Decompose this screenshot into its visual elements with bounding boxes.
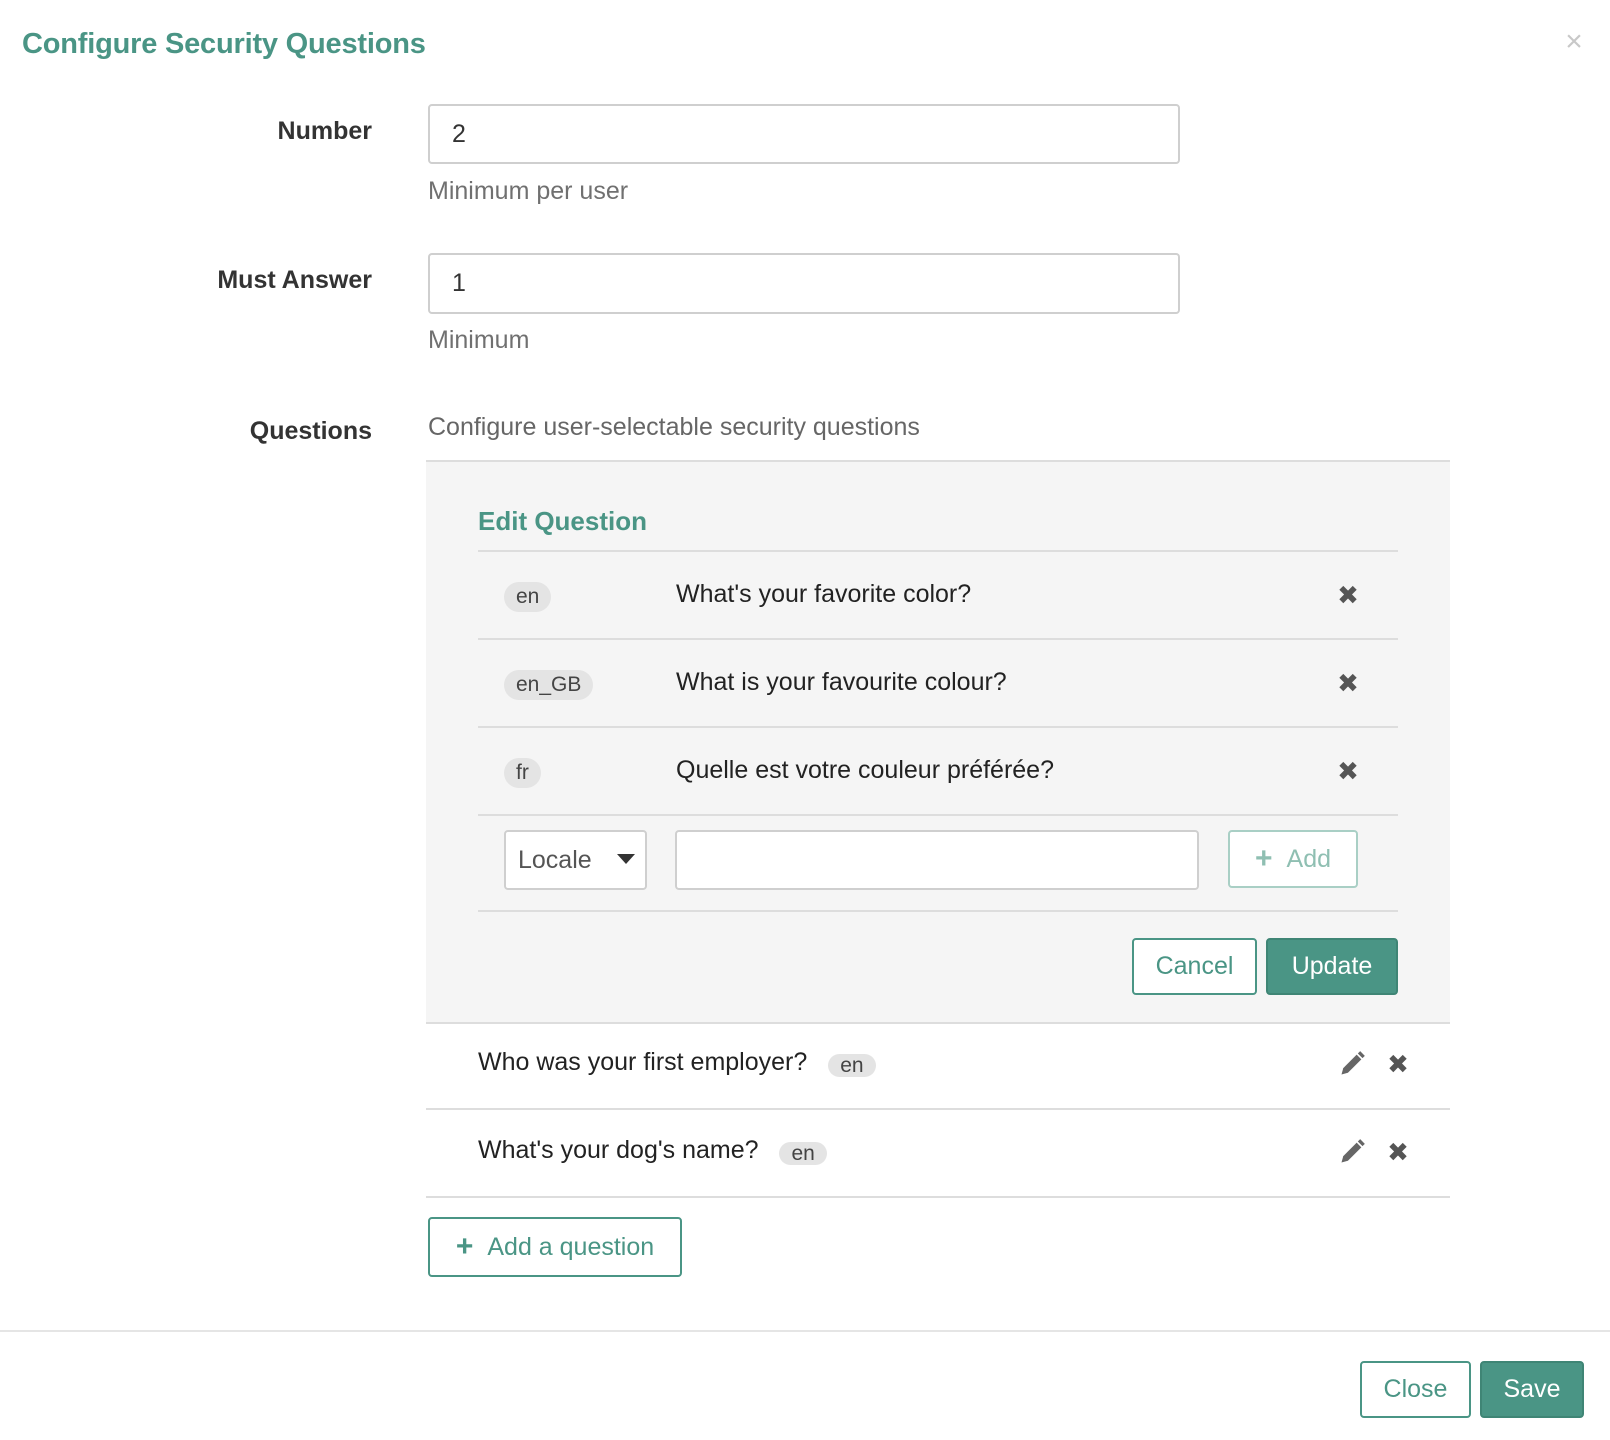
add-translation-button[interactable]: + Add bbox=[1228, 830, 1358, 888]
must-answer-input[interactable] bbox=[428, 253, 1180, 314]
close-label: Close bbox=[1383, 1375, 1448, 1403]
number-input[interactable] bbox=[428, 104, 1180, 164]
edit-question-panel: Edit Question en What's your favorite co… bbox=[426, 460, 1450, 1024]
translation-row: en_GB What is your favourite colour? ✖ bbox=[478, 638, 1398, 728]
must-answer-label: Must Answer bbox=[217, 266, 372, 294]
plus-icon: + bbox=[1254, 842, 1273, 875]
translation-row: fr Quelle est votre couleur préférée? ✖ bbox=[478, 726, 1398, 816]
locale-tag: fr bbox=[504, 758, 541, 788]
remove-translation-icon[interactable]: ✖ bbox=[1334, 756, 1362, 786]
locale-tag: en bbox=[779, 1142, 827, 1165]
locale-tag: en bbox=[504, 582, 552, 612]
questions-description: Configure user-selectable security quest… bbox=[428, 413, 920, 441]
update-button[interactable]: Update bbox=[1266, 938, 1398, 995]
must-answer-help: Minimum bbox=[428, 326, 530, 354]
add-translation-row: Locale + Add bbox=[478, 814, 1398, 912]
edit-question-title: Edit Question bbox=[478, 506, 647, 536]
question-list-item: Who was your first employer? en ✖ bbox=[426, 1022, 1450, 1110]
translation-row: en What's your favorite color? ✖ bbox=[478, 550, 1398, 640]
save-label: Save bbox=[1503, 1375, 1561, 1403]
modal-close-icon[interactable]: × bbox=[1560, 25, 1588, 59]
add-question-label: Add a question bbox=[487, 1232, 655, 1261]
number-label: Number bbox=[277, 117, 372, 145]
modal-title: Configure Security Questions bbox=[22, 28, 426, 60]
update-label: Update bbox=[1291, 952, 1373, 980]
save-button[interactable]: Save bbox=[1480, 1361, 1584, 1418]
remove-question-icon[interactable]: ✖ bbox=[1384, 1137, 1412, 1167]
locale-tag: en bbox=[828, 1054, 876, 1077]
question-text-label: What's your dog's name? bbox=[478, 1136, 759, 1164]
cancel-label: Cancel bbox=[1155, 952, 1234, 980]
add-question-button[interactable]: + Add a question bbox=[428, 1217, 682, 1277]
locale-tag: en_GB bbox=[504, 670, 594, 700]
pencil-icon[interactable] bbox=[1338, 1138, 1366, 1166]
close-button[interactable]: Close bbox=[1360, 1361, 1471, 1418]
questions-label: Questions bbox=[249, 417, 372, 445]
locale-select[interactable]: Locale bbox=[504, 830, 647, 890]
translation-text-input[interactable] bbox=[675, 830, 1199, 890]
remove-question-icon[interactable]: ✖ bbox=[1384, 1049, 1412, 1079]
question-text: Who was your first employer? en bbox=[478, 1048, 876, 1079]
number-help: Minimum per user bbox=[428, 177, 629, 205]
question-text-label: Who was your first employer? bbox=[478, 1048, 808, 1076]
translation-text: Quelle est votre couleur préférée? bbox=[676, 756, 1054, 784]
pencil-icon[interactable] bbox=[1338, 1050, 1366, 1078]
plus-icon: + bbox=[455, 1230, 474, 1263]
footer-divider bbox=[0, 1330, 1610, 1332]
remove-translation-icon[interactable]: ✖ bbox=[1334, 580, 1362, 610]
add-translation-label: Add bbox=[1286, 844, 1331, 873]
translation-text: What is your favourite colour? bbox=[676, 668, 1007, 696]
locale-select-value: Locale bbox=[518, 846, 592, 874]
remove-translation-icon[interactable]: ✖ bbox=[1334, 668, 1362, 698]
translation-text: What's your favorite color? bbox=[676, 580, 972, 608]
cancel-button[interactable]: Cancel bbox=[1132, 938, 1257, 995]
question-list-item: What's your dog's name? en ✖ bbox=[426, 1110, 1450, 1198]
security-questions-modal: Configure Security Questions × Number Mi… bbox=[0, 0, 1610, 1440]
caret-down-icon bbox=[617, 854, 635, 864]
question-text: What's your dog's name? en bbox=[478, 1136, 827, 1167]
